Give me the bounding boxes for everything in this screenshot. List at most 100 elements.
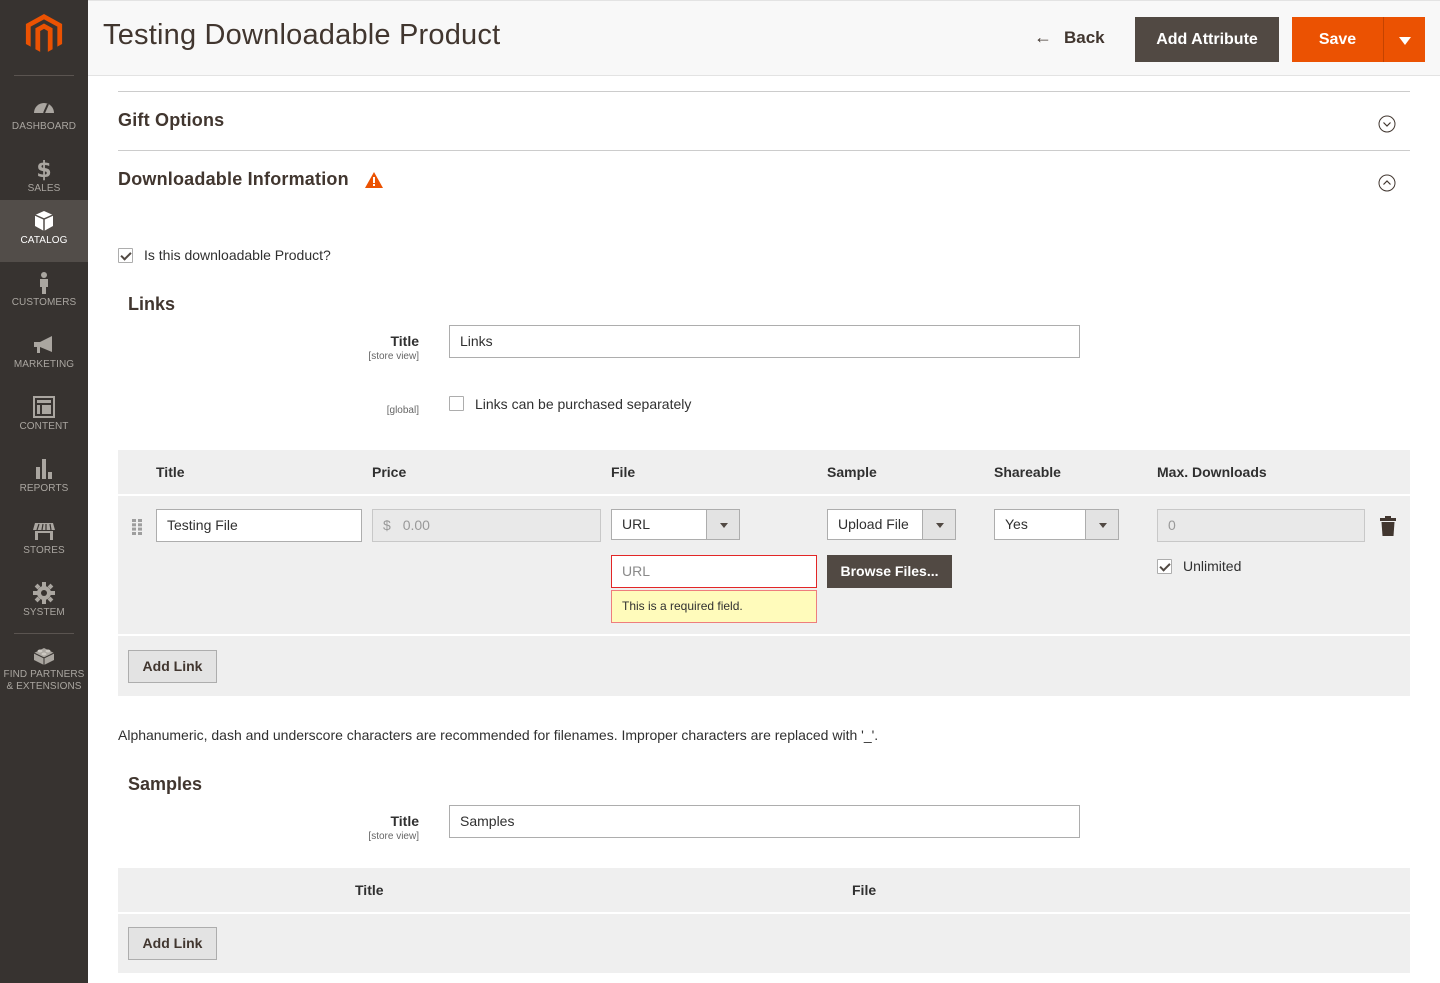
link-title-input[interactable]: Testing File — [156, 509, 362, 542]
links-grid-header: Title Price File Sample Shareable Max. D… — [118, 450, 1410, 496]
column-header-shareable: Shareable — [994, 464, 1061, 480]
sidebar-item-dashboard[interactable]: DASHBOARD — [0, 86, 88, 148]
currency-symbol: $ — [383, 517, 391, 533]
filename-note: Alphanumeric, dash and underscore charac… — [118, 727, 879, 743]
samples-title-input[interactable]: Samples — [449, 805, 1080, 838]
links-title-label: Title — [390, 333, 419, 349]
sidebar-item-label: STORES — [23, 545, 65, 556]
is-downloadable-label: Is this downloadable Product? — [144, 247, 331, 263]
warning-icon — [365, 172, 383, 188]
layout-icon — [33, 396, 55, 418]
links-title-scope: [store view] — [368, 351, 419, 362]
sidebar-item-label: FIND PARTNERS — [3, 669, 85, 680]
chevron-down-circle-icon[interactable] — [1378, 115, 1396, 133]
dashboard-icon — [34, 103, 54, 114]
sidebar-divider — [14, 75, 74, 76]
magento-logo[interactable] — [25, 14, 63, 54]
sidebar-item-label: DASHBOARD — [11, 121, 77, 132]
column-header-title: Title — [156, 464, 185, 480]
megaphone-icon — [34, 336, 52, 353]
sidebar-item-customers[interactable]: CUSTOMERS — [0, 262, 88, 324]
save-button[interactable]: Save — [1292, 17, 1384, 62]
sidebar-item-reports[interactable]: REPORTS — [0, 448, 88, 510]
links-title-input[interactable]: Links — [449, 325, 1080, 358]
links-separately-checkbox[interactable] — [449, 396, 464, 411]
sidebar-item-label: SYSTEM — [23, 607, 65, 618]
section-title-gift-options[interactable]: Gift Options — [118, 110, 224, 131]
sidebar-item-label: CUSTOMERS — [11, 297, 77, 308]
sidebar-item-label: & EXTENSIONS — [6, 681, 82, 692]
add-sample-link-button[interactable]: Add Link — [128, 927, 217, 960]
sidebar-item-label: CONTENT — [19, 421, 69, 432]
file-type-value: URL — [622, 516, 651, 532]
add-link-button[interactable]: Add Link — [128, 650, 217, 683]
back-button[interactable]: ← Back — [1034, 27, 1105, 48]
sidebar-item-label: MARKETING — [13, 359, 75, 370]
arrow-left-icon: ← — [1034, 27, 1052, 47]
links-grid: Title Price File Sample Shareable Max. D… — [118, 450, 1410, 696]
file-type-select[interactable]: URL — [611, 509, 740, 540]
add-attribute-button[interactable]: Add Attribute — [1135, 17, 1279, 62]
sidebar-item-label: CATALOG — [20, 235, 68, 246]
unlimited-label: Unlimited — [1183, 558, 1242, 574]
lego-brick-icon — [33, 648, 55, 665]
caret-down-icon — [1399, 37, 1411, 45]
browse-files-button[interactable]: Browse Files... — [827, 555, 952, 588]
page-title: Testing Downloadable Product — [103, 19, 501, 51]
save-options-dropdown[interactable] — [1384, 17, 1425, 62]
samples-grid: Title File Add Link — [118, 868, 1410, 973]
samples-heading: Samples — [128, 774, 203, 794]
column-header-price: Price — [372, 464, 407, 480]
store-icon — [33, 523, 55, 540]
sidebar-item-system[interactable]: SYSTEM — [0, 572, 88, 634]
section-divider — [118, 91, 1410, 92]
section-divider — [118, 150, 1410, 151]
file-url-error: This is a required field. — [611, 590, 817, 623]
links-heading: Links — [128, 294, 176, 314]
unlimited-checkbox[interactable] — [1157, 559, 1172, 574]
sidebar-item-label: REPORTS — [19, 483, 69, 494]
column-header-sample: Sample — [827, 464, 877, 480]
sidebar-item-marketing[interactable]: MARKETING — [0, 324, 88, 386]
file-url-input[interactable]: URL — [611, 555, 817, 588]
sample-type-select[interactable]: Upload File — [827, 509, 956, 540]
samples-title-scope: [store view] — [368, 831, 419, 842]
samples-grid-header: Title File — [118, 868, 1410, 914]
caret-down-icon — [706, 510, 739, 539]
svg-text:$: $ — [36, 158, 51, 181]
shareable-select[interactable]: Yes — [994, 509, 1119, 540]
is-downloadable-checkbox[interactable] — [118, 248, 133, 263]
column-header-max-downloads: Max. Downloads — [1157, 464, 1267, 480]
caret-down-icon — [922, 510, 955, 539]
sample-type-value: Upload File — [838, 516, 909, 532]
sidebar-item-stores[interactable]: STORES — [0, 510, 88, 572]
link-price-input[interactable]: $ 0.00 — [372, 509, 601, 542]
gear-icon — [33, 582, 55, 604]
links-separately-label: Links can be purchased separately — [475, 396, 692, 412]
samples-title-label: Title — [390, 813, 419, 829]
column-header-file: File — [611, 464, 636, 480]
price-value: 0.00 — [402, 517, 430, 533]
box-icon — [34, 211, 54, 231]
separately-scope: [global] — [386, 405, 419, 416]
max-downloads-input[interactable]: 0 — [1157, 509, 1365, 542]
trash-icon[interactable] — [1380, 516, 1396, 536]
sidebar-item-catalog[interactable]: CATALOG — [0, 200, 88, 262]
row-divider — [118, 634, 1410, 636]
dollar-icon: $ — [36, 158, 51, 181]
chevron-up-circle-icon[interactable] — [1378, 174, 1396, 192]
sidebar-item-content[interactable]: CONTENT — [0, 386, 88, 448]
column-header-title: Title — [355, 882, 384, 898]
person-icon — [40, 272, 48, 294]
sidebar-item-label: SALES — [27, 183, 61, 194]
drag-handle-icon[interactable] — [132, 519, 142, 535]
page-header: Testing Downloadable Product ← Back Add … — [88, 0, 1440, 76]
caret-down-icon — [1085, 510, 1118, 539]
admin-sidebar: DASHBOARD $ SALES CATALOG CUSTOMERS MARK… — [0, 0, 88, 983]
bar-chart-icon — [36, 459, 52, 479]
column-header-file: File — [852, 882, 877, 898]
section-title-downloadable[interactable]: Downloadable Information — [118, 169, 349, 190]
back-label: Back — [1064, 27, 1105, 47]
sidebar-item-find-partners[interactable]: FIND PARTNERS & EXTENSIONS — [0, 634, 88, 700]
shareable-value: Yes — [1005, 516, 1028, 532]
